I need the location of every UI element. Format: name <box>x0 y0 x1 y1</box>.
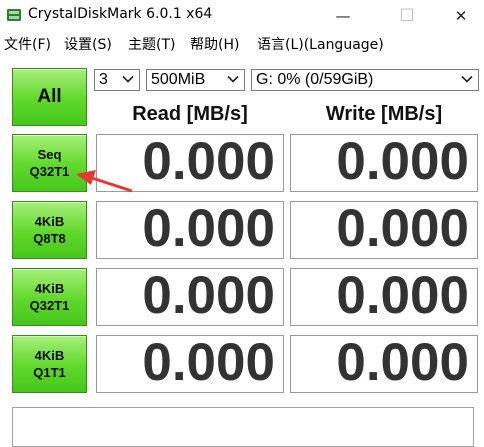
write-result-4kib-q8t8: 0.000 <box>290 201 478 259</box>
test-label-line1: Seq <box>37 147 62 162</box>
close-button[interactable]: ✕ <box>438 0 484 31</box>
read-result-4kib-q32t1: 0.000 <box>96 268 284 326</box>
menu-settings[interactable]: 设置(S) <box>64 34 112 54</box>
test-label-line2: Q32T1 <box>29 298 70 313</box>
menu-file[interactable]: 文件(F) <box>4 34 51 54</box>
test-count-select[interactable]: 3 <box>94 69 140 91</box>
read-header: Read [MB/s] <box>132 103 248 125</box>
menu-bar: 文件(F) 设置(S) 主题(T) 帮助(H) 语言(L)(Language) <box>0 31 484 55</box>
test-button-4kib-q8t8[interactable]: 4KiB Q8T8 <box>12 201 87 259</box>
write-result-4kib-q1t1: 0.000 <box>290 335 478 393</box>
test-label-line2: Q1T1 <box>33 365 66 380</box>
chevron-down-icon <box>227 75 239 83</box>
read-result-4kib-q8t8: 0.000 <box>96 201 284 259</box>
write-result-4kib-q32t1: 0.000 <box>290 268 478 326</box>
all-button[interactable]: All <box>12 68 87 126</box>
title-bar: CrystalDiskMark 6.0.1 x64 — ☐ ✕ <box>0 0 484 31</box>
test-label-line2: Q32T1 <box>29 164 70 179</box>
test-size-select[interactable]: 500MiB <box>146 69 245 91</box>
write-result-seq-q32t1: 0.000 <box>290 134 478 192</box>
test-label-line1: 4KiB <box>34 214 65 229</box>
test-button-seq-q32t1[interactable]: Seq Q32T1 <box>12 134 87 192</box>
chevron-down-icon <box>122 75 134 83</box>
test-label-line2: Q8T8 <box>33 231 66 246</box>
minimize-button[interactable]: — <box>320 0 366 31</box>
drive-select[interactable]: G: 0% (0/59GiB) <box>251 69 479 91</box>
main-panel: All 3 500MiB G: 0% (0/59GiB) Read [MB/s]… <box>0 55 484 447</box>
window-title: CrystalDiskMark 6.0.1 x64 <box>28 6 213 22</box>
drive-value: G: 0% (0/59GiB) <box>256 71 374 88</box>
app-icon <box>7 9 21 21</box>
test-button-4kib-q32t1[interactable]: 4KiB Q32T1 <box>12 268 87 326</box>
comment-field[interactable] <box>12 407 474 447</box>
write-header: Write [MB/s] <box>325 103 443 125</box>
test-count-value: 3 <box>99 71 108 88</box>
menu-help[interactable]: 帮助(H) <box>190 34 239 54</box>
menu-theme[interactable]: 主题(T) <box>128 34 175 54</box>
chevron-down-icon <box>461 75 473 83</box>
test-label-line1: 4KiB <box>34 348 65 363</box>
test-button-4kib-q1t1[interactable]: 4KiB Q1T1 <box>12 335 87 393</box>
maximize-button[interactable]: ☐ <box>384 0 430 31</box>
read-result-seq-q32t1: 0.000 <box>96 134 284 192</box>
read-result-4kib-q1t1: 0.000 <box>96 335 284 393</box>
test-label-line1: 4KiB <box>34 281 65 296</box>
test-size-value: 500MiB <box>151 71 206 88</box>
menu-language[interactable]: 语言(L)(Language) <box>257 34 384 54</box>
